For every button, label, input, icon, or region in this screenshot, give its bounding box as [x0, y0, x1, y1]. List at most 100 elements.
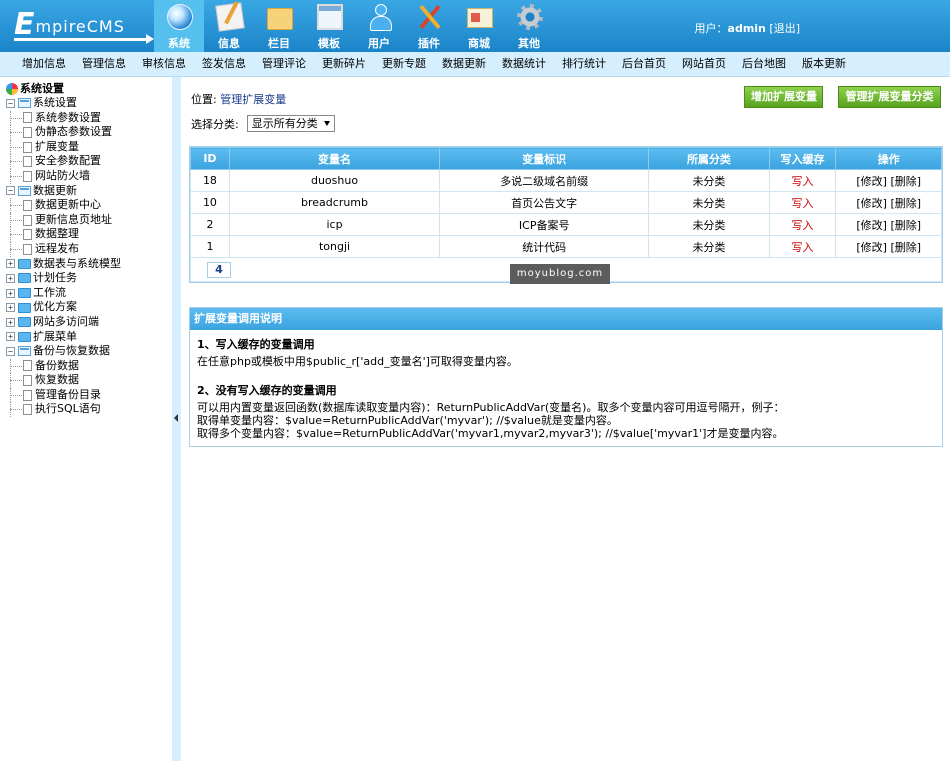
write-cache-link[interactable]: 写入	[792, 197, 814, 210]
nav-item-5[interactable]: 插件	[404, 0, 454, 52]
sidebar-splitter[interactable]	[172, 77, 181, 761]
tree-group-label[interactable]: 扩展菜单	[33, 330, 77, 345]
cell-write-cache: 写入	[768, 191, 837, 214]
delete-link[interactable]: [删除]	[890, 197, 921, 210]
delete-link[interactable]: [删除]	[890, 175, 921, 188]
edit-link[interactable]: [修改]	[856, 197, 887, 210]
quick-menu-item[interactable]: 增加信息	[14, 52, 74, 77]
tree-item[interactable]: 系统参数设置	[6, 110, 172, 126]
quick-menu-item[interactable]: 管理评论	[254, 52, 314, 77]
tree-group-label[interactable]: 优化方案	[33, 300, 77, 315]
tree-item[interactable]: 恢复数据	[6, 373, 172, 388]
manage-category-button[interactable]: 管理扩展变量分类	[838, 86, 941, 108]
tree-item[interactable]: 备份数据	[6, 358, 172, 374]
tree-item-label[interactable]: 网站防火墙	[35, 169, 90, 184]
tree-item-label[interactable]: 更新信息页地址	[35, 213, 112, 228]
edit-link[interactable]: [修改]	[856, 241, 887, 254]
tree-group-label[interactable]: 工作流	[33, 286, 66, 301]
quick-menu-item[interactable]: 网站首页	[674, 52, 734, 77]
tree-group[interactable]: + 网站多访问端	[6, 315, 172, 330]
nav-item-3[interactable]: 模板	[304, 0, 354, 52]
add-variable-button[interactable]: 增加扩展变量	[744, 86, 823, 108]
tree-item[interactable]: 执行SQL语句	[6, 402, 172, 417]
delete-link[interactable]: [删除]	[890, 241, 921, 254]
tree-item[interactable]: 数据更新中心	[6, 198, 172, 213]
tree-item[interactable]: 伪静态参数设置	[6, 125, 172, 140]
quick-menu-item[interactable]: 后台首页	[614, 52, 674, 77]
gear-icon	[517, 4, 543, 30]
tree-item[interactable]: 安全参数配置	[6, 154, 172, 169]
tree-group-label[interactable]: 网站多访问端	[33, 315, 99, 330]
tree-group-label[interactable]: 计划任务	[33, 271, 77, 286]
quick-menu-item[interactable]: 签发信息	[194, 52, 254, 77]
nav-item-1[interactable]: 信息	[204, 0, 254, 52]
logout-link[interactable]: [退出]	[769, 22, 800, 35]
quick-menu-item[interactable]: 数据统计	[494, 52, 554, 77]
tree-group-label[interactable]: 数据表与系统模型	[33, 257, 121, 272]
nav-item-7[interactable]: 其他	[504, 0, 554, 52]
collapse-toggle-icon[interactable]: −	[6, 186, 15, 196]
nav-item-2[interactable]: 栏目	[254, 0, 304, 52]
write-cache-link[interactable]: 写入	[792, 219, 814, 232]
quick-menu-item[interactable]: 版本更新	[794, 52, 854, 77]
quick-menu-item[interactable]: 排行统计	[554, 52, 614, 77]
expand-toggle-icon[interactable]: +	[6, 288, 15, 298]
quick-menu-item[interactable]: 管理信息	[74, 52, 134, 77]
collapse-arrow-icon[interactable]	[174, 414, 178, 422]
tree-group[interactable]: − 系统设置	[6, 96, 172, 111]
edit-link[interactable]: [修改]	[856, 175, 887, 188]
globe-icon	[167, 4, 193, 30]
tree-item-label[interactable]: 系统参数设置	[35, 111, 101, 126]
expand-toggle-icon[interactable]: +	[6, 332, 15, 342]
expand-toggle-icon[interactable]: +	[6, 273, 15, 283]
quick-menu-item[interactable]: 更新专题	[374, 52, 434, 77]
delete-link[interactable]: [删除]	[890, 219, 921, 232]
folder-open-icon	[18, 346, 31, 357]
tree-item-label[interactable]: 数据更新中心	[35, 198, 101, 213]
tree-item[interactable]: 网站防火墙	[6, 168, 172, 184]
folder-icon	[18, 331, 31, 342]
tree-group[interactable]: + 优化方案	[6, 300, 172, 315]
quick-menu-item[interactable]: 数据更新	[434, 52, 494, 77]
tree-item[interactable]: 更新信息页地址	[6, 212, 172, 228]
tree-item-label[interactable]: 伪静态参数设置	[35, 125, 112, 140]
tree-group-label[interactable]: 备份与恢复数据	[33, 344, 110, 359]
tree-item[interactable]: 数据整理	[6, 227, 172, 242]
write-cache-link[interactable]: 写入	[792, 241, 814, 254]
tree-item-label[interactable]: 执行SQL语句	[35, 402, 101, 417]
tree-item-label[interactable]: 管理备份目录	[35, 388, 101, 403]
nav-item-6[interactable]: 商城	[454, 0, 504, 52]
breadcrumb-link[interactable]: 管理扩展变量	[220, 93, 286, 106]
tree-item[interactable]: 管理备份目录	[6, 387, 172, 403]
expand-toggle-icon[interactable]: +	[6, 317, 15, 327]
tree-group-label[interactable]: 数据更新	[33, 184, 77, 199]
tree-item-label[interactable]: 数据整理	[35, 227, 79, 242]
tree-item[interactable]: 远程发布	[6, 241, 172, 257]
category-select[interactable]: 显示所有分类	[246, 115, 335, 132]
expand-toggle-icon[interactable]: +	[6, 259, 15, 269]
quick-menu-item[interactable]: 更新碎片	[314, 52, 374, 77]
tree-root[interactable]: 系统设置	[6, 81, 172, 96]
tree-group[interactable]: + 工作流	[6, 286, 172, 301]
collapse-toggle-icon[interactable]: −	[6, 346, 15, 356]
tree-group[interactable]: − 数据更新	[6, 184, 172, 199]
quick-menu-item[interactable]: 审核信息	[134, 52, 194, 77]
quick-menu-item[interactable]: 后台地图	[734, 52, 794, 77]
tree-group-label[interactable]: 系统设置	[33, 96, 77, 111]
tree-item-label[interactable]: 远程发布	[35, 242, 79, 257]
tree-item-label[interactable]: 安全参数配置	[35, 154, 101, 169]
nav-item-4[interactable]: 用户	[354, 0, 404, 52]
tree-group[interactable]: + 扩展菜单	[6, 330, 172, 345]
tree-item[interactable]: 扩展变量	[6, 139, 172, 155]
nav-item-0[interactable]: 系统	[154, 0, 204, 52]
tree-item-label[interactable]: 扩展变量	[35, 140, 79, 155]
tree-item-label[interactable]: 恢复数据	[35, 373, 79, 388]
expand-toggle-icon[interactable]: +	[6, 303, 15, 313]
edit-link[interactable]: [修改]	[856, 219, 887, 232]
tree-item-label[interactable]: 备份数据	[35, 359, 79, 374]
collapse-toggle-icon[interactable]: −	[6, 98, 15, 108]
tree-group[interactable]: − 备份与恢复数据	[6, 344, 172, 359]
write-cache-link[interactable]: 写入	[792, 175, 814, 188]
tree-group[interactable]: + 计划任务	[6, 271, 172, 286]
tree-group[interactable]: + 数据表与系统模型	[6, 257, 172, 272]
